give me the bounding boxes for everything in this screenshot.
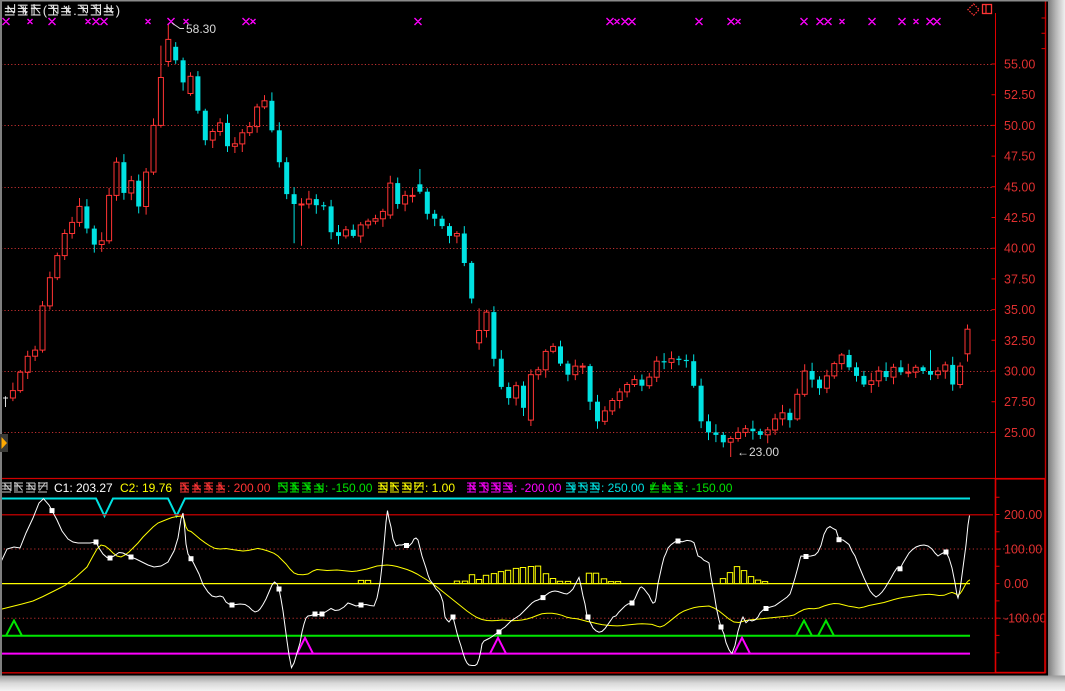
svg-text:(: (: [43, 3, 48, 18]
svg-text:40.00: 40.00: [1004, 242, 1035, 256]
svg-text:: -150.00: : -150.00: [325, 481, 373, 495]
svg-text:42.50: 42.50: [1004, 211, 1035, 225]
svg-text:25.00: 25.00: [1004, 426, 1035, 440]
svg-text:: -200.00: : -200.00: [514, 481, 562, 495]
svg-text:: 1.00: : 1.00: [425, 481, 455, 495]
svg-text:200.00: 200.00: [1004, 508, 1042, 522]
svg-text:52.50: 52.50: [1004, 88, 1035, 102]
svg-text:.: .: [73, 3, 77, 18]
svg-text:C2: 19.76: C2: 19.76: [120, 481, 172, 495]
svg-text:-100.00: -100.00: [1004, 612, 1046, 626]
svg-text:47.50: 47.50: [1004, 150, 1035, 164]
svg-text:45.00: 45.00: [1004, 180, 1035, 194]
svg-text:: 250.00: : 250.00: [601, 481, 645, 495]
svg-text:C1: 203.27: C1: 203.27: [54, 481, 113, 495]
svg-text:): ): [116, 3, 120, 18]
svg-text:27.50: 27.50: [1004, 395, 1035, 409]
svg-text:30.00: 30.00: [1004, 365, 1035, 379]
svg-text:32.50: 32.50: [1004, 334, 1035, 348]
svg-text:37.50: 37.50: [1004, 272, 1035, 286]
svg-text:100.00: 100.00: [1004, 543, 1042, 557]
svg-text:: 200.00: : 200.00: [227, 481, 271, 495]
svg-text:35.00: 35.00: [1004, 303, 1035, 317]
svg-text:50.00: 50.00: [1004, 119, 1035, 133]
svg-text:55.00: 55.00: [1004, 58, 1035, 72]
svg-text:: -150.00: : -150.00: [685, 481, 733, 495]
svg-text:0.00: 0.00: [1004, 577, 1028, 591]
svg-text:←23.00: ←23.00: [737, 445, 779, 459]
svg-text:58.30: 58.30: [186, 22, 216, 36]
